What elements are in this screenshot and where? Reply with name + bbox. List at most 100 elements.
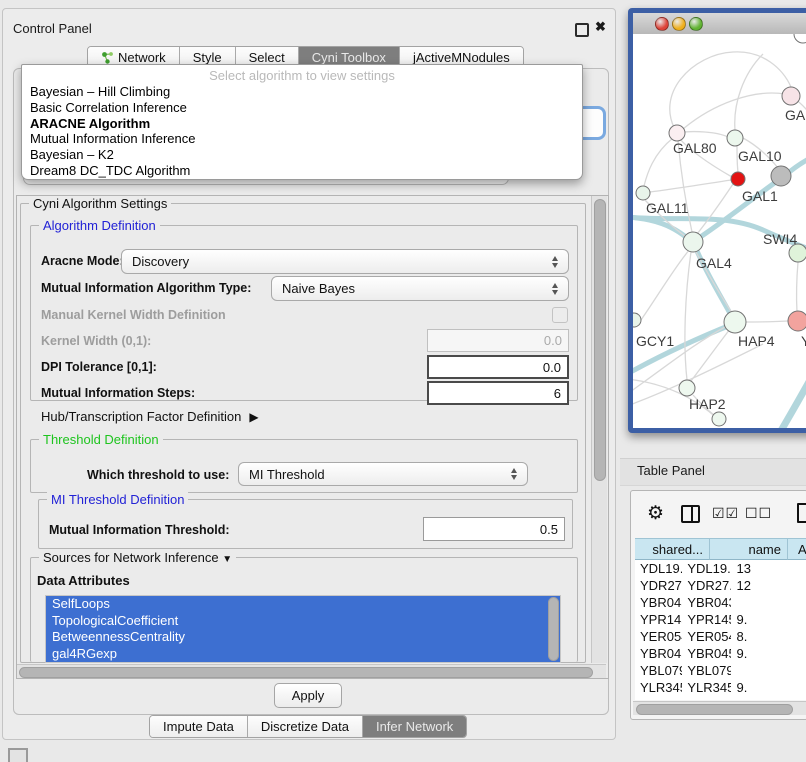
table-row[interactable]: YIL052CYIL052C9 — [635, 696, 806, 700]
mi-steps-field[interactable]: 6 — [427, 381, 569, 405]
threshold-definition-title: Threshold Definition — [39, 432, 163, 447]
network-icon — [101, 51, 114, 64]
kernel-width-field[interactable]: 0.0 — [427, 329, 569, 352]
table-hscroll-thumb[interactable] — [636, 704, 793, 715]
tab-label: jActiveMNodules — [413, 50, 510, 65]
attribute-selfloops[interactable]: SelfLoops — [46, 596, 560, 613]
settings-hscroll-thumb[interactable] — [19, 667, 593, 678]
node-y[interactable] — [788, 311, 806, 331]
algorithm-option-bayesian-k2[interactable]: Bayesian – K2 — [22, 147, 582, 163]
algorithm-option-bayesian-hill-climbing[interactable]: Bayesian – Hill Climbing — [22, 84, 582, 100]
data-attributes-list[interactable]: SelfLoopsTopologicalCoefficientBetweenne… — [45, 595, 561, 663]
mi-type-combobox[interactable]: Naive Bayes — [271, 276, 569, 301]
settings-vscroll-thumb[interactable] — [594, 199, 606, 481]
which-threshold-combobox[interactable]: MI Threshold — [238, 462, 528, 486]
attribute-topologicalcoefficient[interactable]: TopologicalCoefficient — [46, 613, 560, 630]
select-all-rows-icon[interactable]: ☑☑ — [712, 506, 739, 522]
tab-label: Style — [193, 50, 222, 65]
mac-minimize-button[interactable] — [672, 17, 686, 31]
node-gal10[interactable] — [727, 130, 743, 146]
node-unlabeled[interactable] — [771, 166, 791, 186]
node-hap4[interactable] — [724, 311, 746, 333]
node-gal1[interactable] — [731, 172, 745, 186]
node-gal11[interactable] — [636, 186, 650, 200]
table-row[interactable]: YBR043CYBR043C — [635, 594, 806, 611]
cyni-settings-group-title: Cyni Algorithm Settings — [29, 196, 171, 211]
mi-type-label: Mutual Information Algorithm Type: — [41, 281, 251, 295]
node-gal80[interactable] — [669, 125, 685, 141]
algorithm-dropdown-popup: Select algorithm to view settings Bayesi… — [21, 64, 583, 180]
network-window-titlebar[interactable] — [633, 13, 806, 35]
algorithm-option-mutual-information-inference[interactable]: Mutual Information Inference — [22, 131, 582, 147]
tab-label: Select — [249, 50, 285, 65]
apply-button[interactable]: Apply — [274, 683, 342, 708]
table-row[interactable]: YDR27...YDR27...12 — [635, 577, 806, 594]
node-label-hap4: HAP4 — [738, 333, 775, 349]
spinner-arrows-icon — [511, 468, 518, 480]
table-cell: YBR045C — [635, 645, 682, 662]
attribute-betweennesscentrality[interactable]: BetweennessCentrality — [46, 629, 560, 646]
deselect-all-rows-icon[interactable]: ☐☐ — [745, 506, 772, 522]
network-canvas[interactable]: GALGAL80GAL10GAL1GAL11GAL4SWI4GCY1HAP4YH… — [633, 34, 806, 428]
node-unlabeled[interactable] — [712, 412, 726, 426]
node-label-gal80: GAL80 — [673, 140, 717, 156]
columns-icon[interactable] — [681, 505, 700, 523]
settings-vertical-scrollbar[interactable] — [591, 196, 607, 663]
node-gcy1[interactable] — [633, 313, 641, 327]
node-label-gal11: GAL11 — [646, 200, 689, 216]
node-gal4[interactable] — [683, 232, 703, 252]
hub-definition-toggle[interactable]: Hub/Transcription Factor Definition▶ — [41, 409, 259, 424]
node-unlabeled[interactable] — [794, 34, 806, 43]
algorithm-option-dream8-dc-tdc-algorithm[interactable]: Dream8 DC_TDC Algorithm — [22, 163, 582, 179]
table-cell — [731, 662, 806, 679]
column-header-a[interactable]: A — [788, 538, 806, 560]
document-icon[interactable] — [797, 503, 806, 523]
table-cell: YBL079W — [682, 662, 731, 679]
gear-icon[interactable]: ⚙ — [647, 502, 664, 525]
tab-label: Network — [118, 50, 166, 65]
tab-discretize-data[interactable]: Discretize Data — [248, 716, 363, 737]
table-cell: YDR27... — [635, 577, 682, 594]
node-hap2[interactable] — [679, 380, 695, 396]
mac-zoom-button[interactable] — [689, 17, 703, 31]
table-cell: YBL079W — [635, 662, 682, 679]
algorithm-option-basic-correlation-inference[interactable]: Basic Correlation Inference — [22, 100, 582, 116]
mi-threshold-field[interactable]: 0.5 — [423, 517, 565, 541]
mi-threshold-group-title: MI Threshold Definition — [47, 492, 188, 507]
table-row[interactable]: YBL079WYBL079W — [635, 662, 806, 679]
mac-close-button[interactable] — [655, 17, 669, 31]
table-cell: 9. — [731, 611, 806, 628]
which-threshold-value: MI Threshold — [249, 467, 325, 482]
node-gal[interactable] — [782, 87, 800, 105]
close-icon[interactable]: ✖ — [595, 19, 606, 35]
table-cell: YPR145W — [682, 611, 731, 628]
column-header-name[interactable]: name — [710, 538, 788, 560]
tab-impute-data[interactable]: Impute Data — [150, 716, 248, 737]
dpi-tolerance-field[interactable]: 0.0 — [427, 355, 569, 379]
table-row[interactable]: YER054CYER054C8. — [635, 628, 806, 645]
algorithm-option-aracne-algorithm[interactable]: ARACNE Algorithm — [22, 116, 582, 132]
table-row[interactable]: YDL19...YDL19...13 — [635, 560, 806, 577]
table-cell: YIL052C — [682, 696, 731, 700]
manual-kernel-checkbox[interactable] — [552, 307, 568, 323]
settings-horizontal-scrollbar[interactable] — [17, 664, 606, 678]
node-label-gcy1: GCY1 — [636, 333, 674, 349]
spinner-arrows-icon — [552, 283, 559, 295]
collapse-down-icon[interactable]: ▼ — [222, 554, 232, 565]
float-window-icon[interactable] — [575, 23, 589, 37]
attribute-gal4rgexp[interactable]: gal4RGexp — [46, 646, 560, 663]
tab-infer-network[interactable]: Infer Network — [363, 716, 466, 737]
network-graph: GALGAL80GAL10GAL1GAL11GAL4SWI4GCY1HAP4YH… — [633, 34, 806, 428]
sources-group-title: Sources for Network Inference ▼ — [39, 550, 236, 565]
table-row[interactable]: YBR045CYBR045C9. — [635, 645, 806, 662]
restore-panel-icon[interactable] — [8, 748, 28, 762]
table-horizontal-scrollbar[interactable] — [633, 701, 806, 715]
aracne-mode-combobox[interactable]: Discovery — [121, 249, 569, 274]
attributes-list-scrollbar[interactable] — [548, 597, 559, 661]
manual-kernel-label: Manual Kernel Width Definition — [41, 308, 226, 322]
table-row[interactable]: YLR345WYLR345W9. — [635, 679, 806, 696]
column-header-shared-[interactable]: shared... — [635, 538, 710, 560]
node-label-gal1: GAL1 — [742, 188, 778, 204]
table-cell: YDL19... — [635, 560, 682, 577]
table-row[interactable]: YPR145WYPR145W9. — [635, 611, 806, 628]
